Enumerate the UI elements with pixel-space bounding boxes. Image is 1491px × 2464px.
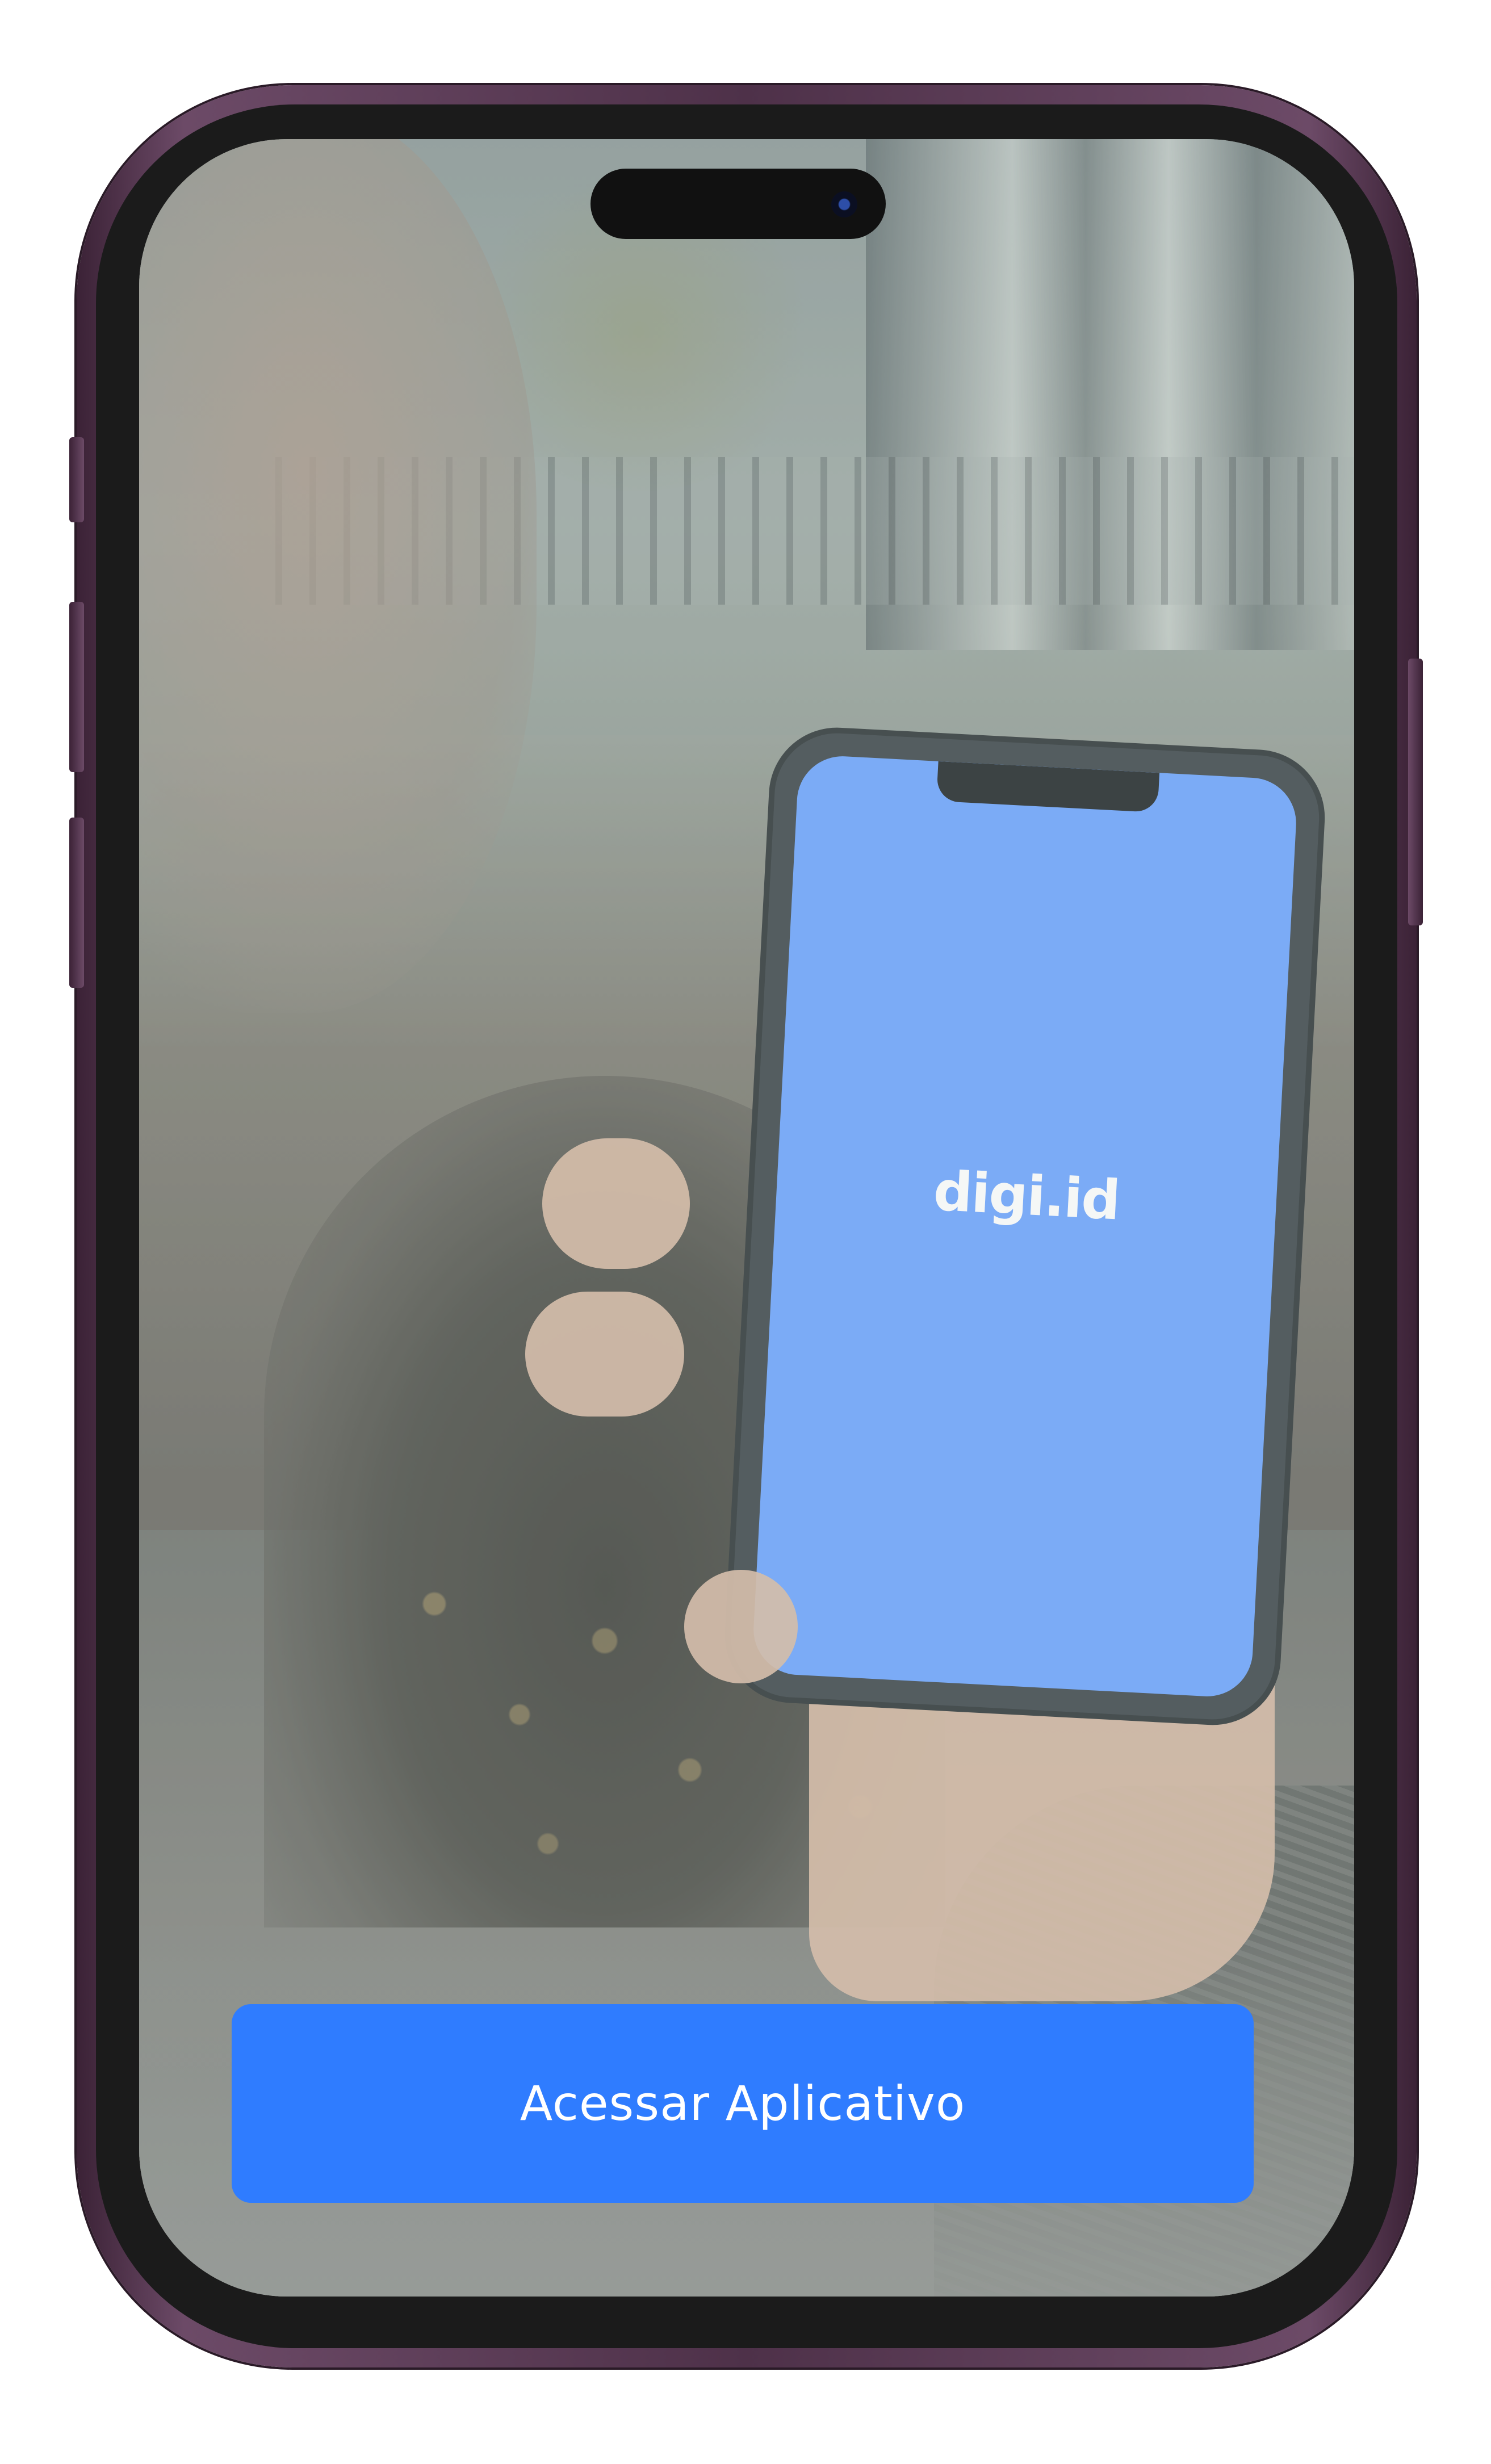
background-overlay <box>139 139 1354 2297</box>
volume-up-button <box>69 602 84 772</box>
front-camera-icon <box>831 191 857 217</box>
app-screen: digi.id Acessar Aplicativo <box>139 139 1354 2297</box>
action-button <box>69 437 84 522</box>
volume-down-button <box>69 818 84 988</box>
power-button <box>1408 659 1423 925</box>
access-app-button[interactable]: Acessar Aplicativo <box>232 2004 1254 2203</box>
dynamic-island <box>590 169 886 239</box>
